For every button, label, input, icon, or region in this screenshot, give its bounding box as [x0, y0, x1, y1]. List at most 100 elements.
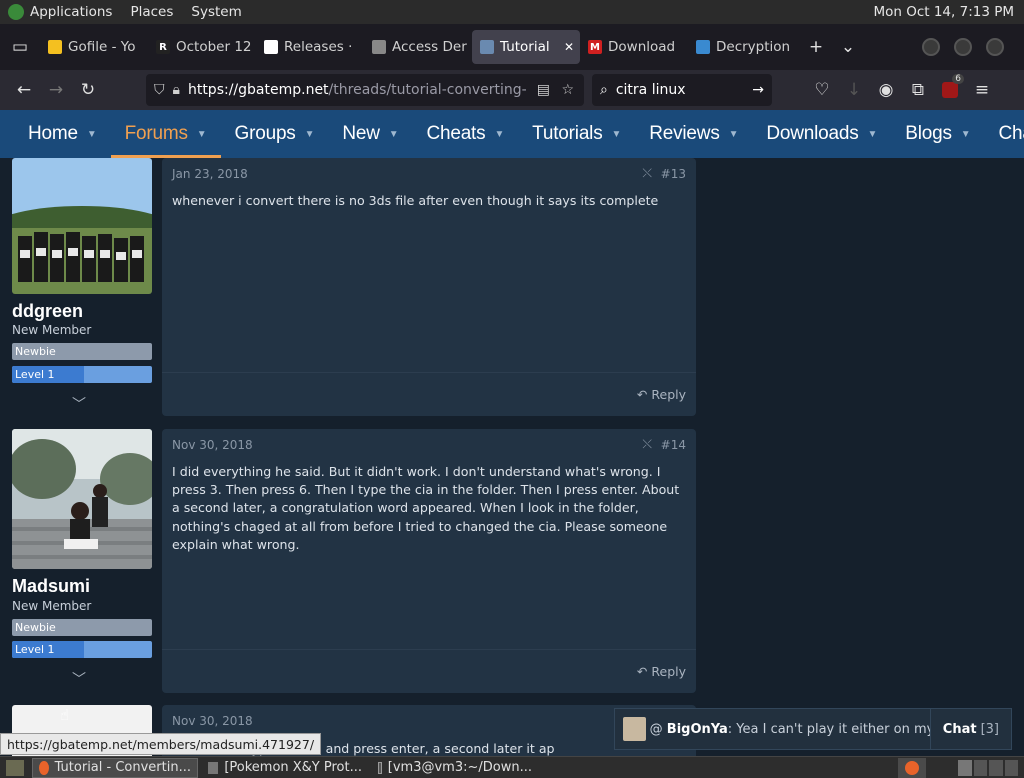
taskbar-item[interactable]: Tutorial - Convertin... [32, 757, 198, 778]
nav-label: Forums [124, 123, 188, 144]
nav-label: Cheats [426, 123, 486, 144]
nav-dropdown-icon[interactable]: ▼ [305, 129, 315, 140]
taskbar-item[interactable]: [vm3@vm3:~/Down... [372, 758, 538, 778]
close-window-icon[interactable] [986, 38, 1004, 56]
thread-content: ddgreen New Member Newbie Level 1 ﹀ Jan … [0, 158, 1024, 758]
tab-3[interactable]: Access Der [364, 30, 472, 64]
browser-tab-strip: ▭ Gofile - Yo R October 12 Releases · Acces… [0, 24, 1024, 70]
reload-icon[interactable]: ↻ [72, 74, 104, 106]
post-date[interactable]: Nov 30, 2018 [172, 714, 253, 728]
menu-applications[interactable]: Applications [30, 4, 112, 20]
chat-label: Chat [942, 721, 977, 737]
pocket-icon[interactable]: ♡ [806, 74, 838, 106]
nav-dropdown-icon[interactable]: ▼ [868, 129, 878, 140]
nav-dropdown-icon[interactable]: ▼ [961, 129, 971, 140]
nav-new[interactable]: New ▼ [328, 110, 412, 158]
bookmark-star-icon[interactable]: ☆ [561, 82, 574, 98]
nav-tutorials[interactable]: Tutorials ▼ [518, 110, 635, 158]
back-icon[interactable]: ← [8, 74, 40, 106]
nav-reviews[interactable]: Reviews ▼ [635, 110, 752, 158]
post-date[interactable]: Nov 30, 2018 [172, 438, 253, 452]
panel-clock[interactable]: Mon Oct 14, 7:13 PM [873, 4, 1014, 20]
nav-dropdown-icon[interactable]: ▼ [729, 129, 739, 140]
post-footer: ↶ Reply [162, 372, 696, 416]
maximize-icon[interactable] [954, 38, 972, 56]
hamburger-menu-icon[interactable]: ≡ [966, 74, 998, 106]
post-date[interactable]: Jan 23, 2018 [172, 167, 248, 181]
nav-dropdown-icon[interactable]: ▼ [389, 129, 399, 140]
reader-view-icon[interactable]: ▤ [537, 82, 550, 98]
chat-message: : Yea I can't play it either on my t... [727, 721, 930, 737]
browser-toolbar: ← → ↻ ⛉ 🔒︎ https://gbatemp.net/threads/t… [0, 70, 1024, 110]
nav-forums[interactable]: Forums ▼ [110, 110, 221, 158]
share-icon[interactable]: ⤬ [642, 437, 652, 452]
post-body: whenever i convert there is no 3ds file … [172, 193, 659, 208]
tab-2[interactable]: Releases · [256, 30, 364, 64]
share-icon[interactable]: ⤬ [642, 166, 652, 181]
chevron-down-icon[interactable]: ﹀ [72, 394, 86, 414]
nav-blogs[interactable]: Blogs ▼ [891, 110, 984, 158]
nav-cheats[interactable]: Cheats ▼ [412, 110, 518, 158]
ublock-icon[interactable]: 6 [934, 74, 966, 106]
tab-0[interactable]: Gofile - Yo [40, 30, 148, 64]
gnome-logo-icon[interactable] [8, 4, 24, 20]
account-icon[interactable]: ◉ [870, 74, 902, 106]
reply-button[interactable]: ↶ Reply [637, 664, 686, 679]
taskbar-label: [vm3@vm3:~/Down... [387, 760, 532, 775]
nav-dropdown-icon[interactable]: ▼ [197, 129, 207, 140]
chat-user[interactable]: BigOnYa [667, 722, 728, 737]
download-icon[interactable]: ↓ [838, 74, 870, 106]
chat-toggle[interactable]: Chat [3] [929, 708, 1011, 750]
tab-6[interactable]: Decryption [688, 30, 796, 64]
gnome-top-panel: Applications Places System Mon Oct 14, 7… [0, 0, 1024, 24]
taskbar-item[interactable]: [Pokemon X&Y Prot... [202, 758, 368, 778]
post-number[interactable]: #13 [661, 167, 686, 181]
search-field[interactable]: ⌕ citra linux → [592, 74, 772, 106]
chevron-down-icon[interactable]: ﹀ [72, 669, 86, 689]
menu-system[interactable]: System [191, 4, 241, 20]
nav-label: Downloads [766, 123, 859, 144]
nav-chat[interactable]: Chat▼ [984, 110, 1024, 158]
show-desktop-icon[interactable] [6, 759, 24, 776]
nav-home[interactable]: Home ▼ [14, 110, 111, 158]
favicon-icon [372, 40, 386, 54]
tab-label: Download [608, 39, 676, 55]
mouse-cursor-icon: ☝ [60, 706, 70, 724]
avatar[interactable] [12, 158, 152, 294]
favicon-icon: R [156, 40, 170, 54]
tab-5[interactable]: M Download [580, 30, 688, 64]
minimize-icon[interactable] [922, 38, 940, 56]
rank-bar: Newbie [12, 343, 152, 360]
tab-4[interactable]: Tutorial ✕ [472, 30, 580, 64]
firefox-launcher-icon[interactable] [898, 758, 926, 778]
reply-button[interactable]: ↶ Reply [637, 387, 686, 402]
url-path: /threads/tutorial-converting- [328, 82, 527, 98]
tab-1[interactable]: R October 12 [148, 30, 256, 64]
at-icon: @ [649, 721, 667, 737]
post-number[interactable]: #14 [661, 438, 686, 452]
nav-dropdown-icon[interactable]: ▼ [87, 129, 97, 140]
list-all-tabs-icon[interactable]: ⌄ [832, 31, 864, 63]
nav-label: Chat [998, 123, 1024, 144]
username[interactable]: Madsumi [12, 576, 90, 597]
nav-groups[interactable]: Groups ▼ [221, 110, 329, 158]
nav-dropdown-icon[interactable]: ▼ [494, 129, 504, 140]
username[interactable]: ddgreen [12, 301, 83, 322]
avatar[interactable] [12, 429, 152, 569]
url-field[interactable]: ⛉ 🔒︎ https://gbatemp.net/threads/tutoria… [146, 74, 584, 106]
extensions-icon[interactable]: ⧉ [902, 74, 934, 106]
workspace-switcher[interactable] [958, 760, 1018, 776]
menu-places[interactable]: Places [130, 4, 173, 20]
shield-icon[interactable]: ⛉ [154, 82, 165, 98]
nav-label: Reviews [649, 123, 720, 144]
close-tab-icon[interactable]: ✕ [564, 40, 574, 54]
tab-overview-icon[interactable]: ▭ [4, 31, 36, 63]
nav-downloads[interactable]: Downloads ▼ [752, 110, 891, 158]
new-tab-button[interactable]: + [800, 31, 832, 63]
chat-bar[interactable]: @ BigOnYa : Yea I can't play it either o… [614, 708, 1012, 750]
rank-bar: Newbie [12, 619, 152, 636]
search-go-icon[interactable]: → [752, 82, 764, 98]
link-status-tooltip: https://gbatemp.net/members/madsumi.4719… [0, 733, 322, 755]
nav-dropdown-icon[interactable]: ▼ [612, 129, 622, 140]
forward-icon[interactable]: → [40, 74, 72, 106]
